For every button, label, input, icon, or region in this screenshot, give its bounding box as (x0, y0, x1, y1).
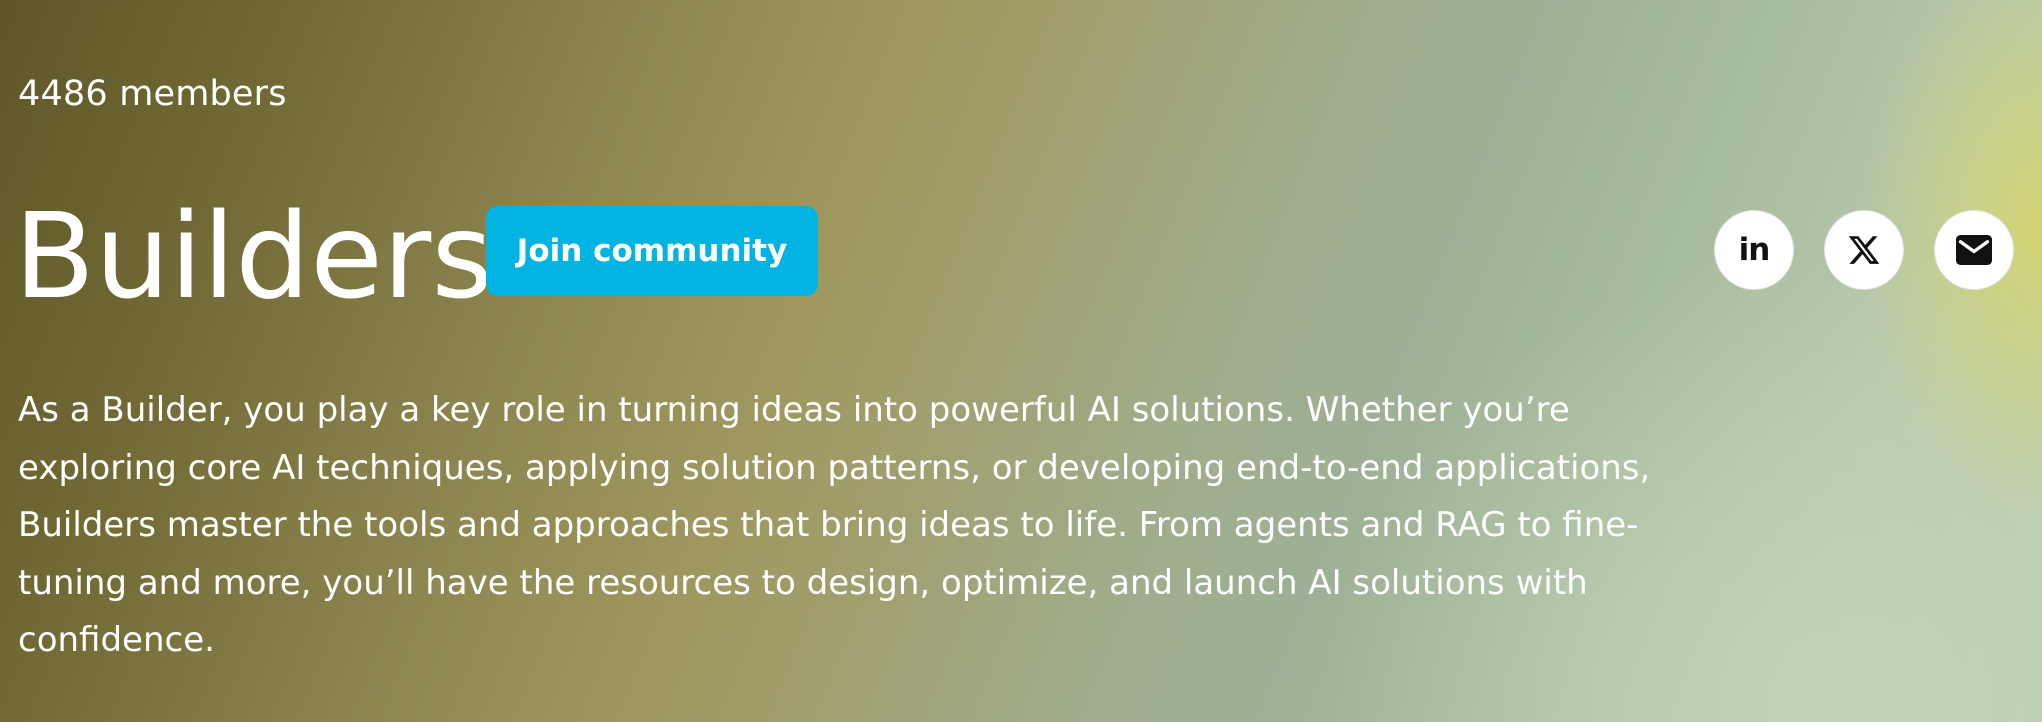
mail-icon (1956, 235, 1992, 265)
community-description: As a Builder, you play a key role in tur… (18, 390, 1651, 660)
x-icon (1848, 236, 1880, 264)
page-title: Builders (14, 187, 493, 325)
email-button[interactable] (1934, 210, 2014, 290)
x-button[interactable] (1824, 210, 1904, 290)
community-hero: 4486 members Builders Join community in … (0, 0, 2042, 722)
linkedin-icon: in (1738, 232, 1771, 268)
member-count: 4486 members (18, 74, 287, 114)
social-share-group: in (1714, 210, 2014, 290)
linkedin-button[interactable]: in (1714, 210, 1794, 290)
join-community-button[interactable]: Join community (486, 206, 818, 296)
